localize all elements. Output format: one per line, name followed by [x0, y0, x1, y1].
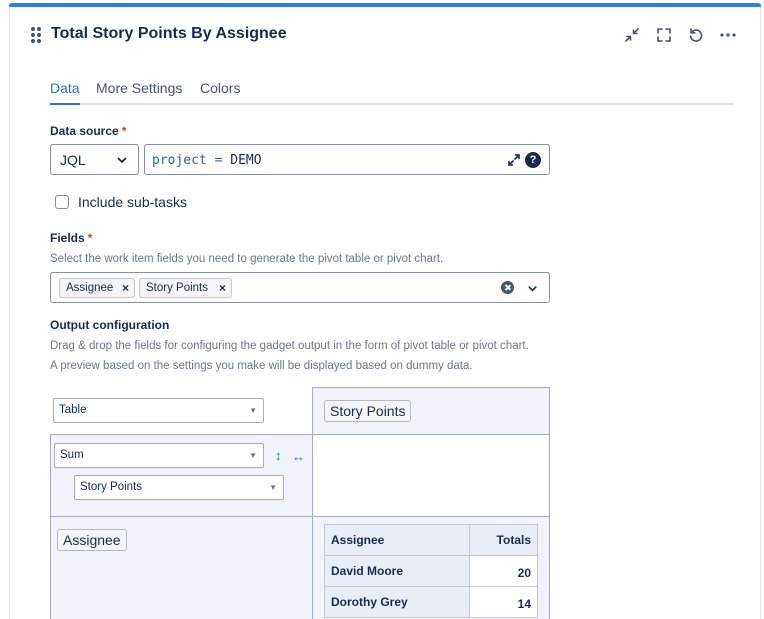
- required-mark: *: [121, 124, 127, 138]
- table-row: Dorothy Grey 14: [324, 586, 538, 618]
- field-chip-story-points: Story Points ×: [139, 278, 232, 298]
- select-arrow-icon: ▼: [249, 406, 257, 415]
- preview-table: Assignee Totals David Moore 20 Dorothy G…: [324, 524, 538, 618]
- preview-header-assignee: Assignee: [324, 524, 470, 556]
- more-actions-button[interactable]: [716, 24, 740, 46]
- preview-row-total: 14: [469, 586, 538, 618]
- include-subtasks-label[interactable]: Include sub-tasks: [78, 194, 187, 210]
- chevron-down-icon[interactable]: [527, 283, 538, 294]
- include-subtasks-checkbox[interactable]: [55, 195, 69, 209]
- fields-helper-text: Select the work item fields you need to …: [50, 253, 444, 265]
- preview-header-row: Assignee Totals: [324, 524, 538, 556]
- fields-multiselect[interactable]: Assignee × Story Points ×: [50, 272, 550, 303]
- preview-row-total: 20: [469, 555, 538, 587]
- minimize-button[interactable]: [620, 24, 644, 46]
- aggregation-field-value: Story Points: [80, 481, 142, 493]
- active-tab-indicator: [50, 103, 80, 105]
- refresh-icon: [689, 28, 703, 42]
- data-source-label-text: Data source: [50, 124, 119, 138]
- aggregation-field-select[interactable]: Story Points ▼: [74, 475, 284, 500]
- jql-field-token: project: [152, 153, 207, 168]
- output-helper-1: Drag & drop the fields for configuring t…: [50, 340, 529, 352]
- swap-horizontal-icon[interactable]: ↔: [292, 449, 305, 464]
- jql-query-input[interactable]: project = DEMO ?: [144, 144, 550, 175]
- view-type-select[interactable]: Table ▼: [53, 398, 264, 423]
- tab-more-settings[interactable]: More Settings: [96, 80, 182, 96]
- drag-handle-icon[interactable]: [31, 27, 41, 43]
- remove-chip-icon[interactable]: ×: [219, 281, 226, 295]
- select-arrow-icon: ▼: [269, 483, 277, 492]
- tab-colors[interactable]: Colors: [200, 80, 240, 96]
- select-arrow-icon: ▼: [249, 451, 257, 460]
- data-source-type-select[interactable]: JQL: [50, 144, 139, 175]
- expand-editor-icon[interactable]: [507, 153, 521, 167]
- settings-tabs: Data More Settings Colors: [50, 79, 734, 105]
- field-chip-assignee: Assignee ×: [59, 278, 135, 298]
- swap-vertical-icon[interactable]: ↕: [275, 448, 282, 463]
- output-config-label: Output configuration: [50, 318, 170, 332]
- chevron-down-icon: [117, 157, 127, 164]
- tab-data[interactable]: Data: [50, 80, 80, 96]
- preview-header-totals: Totals: [469, 524, 538, 556]
- view-type-value: Table: [59, 404, 87, 416]
- output-helper-2: A preview based on the settings you make…: [50, 360, 473, 372]
- fields-label: Fields *: [50, 231, 92, 245]
- fullscreen-button[interactable]: [652, 24, 676, 46]
- data-source-type-value: JQL: [60, 152, 86, 168]
- row-field-pill[interactable]: Assignee: [57, 529, 127, 551]
- required-mark: *: [87, 231, 93, 245]
- field-chip-label: Story Points: [146, 282, 208, 294]
- minimize-icon: [625, 28, 639, 42]
- field-chip-label: Assignee: [66, 282, 114, 294]
- jql-help-icon[interactable]: ?: [525, 152, 541, 168]
- clear-all-icon[interactable]: [501, 281, 514, 294]
- jql-operator-token: =: [214, 153, 223, 168]
- aggregation-value: Sum: [60, 449, 84, 461]
- jql-value-token: DEMO: [230, 153, 262, 168]
- column-field-pill[interactable]: Story Points: [324, 400, 412, 422]
- data-source-label: Data source *: [50, 124, 126, 138]
- table-row: David Moore 20: [324, 555, 538, 587]
- jql-query-text: project = DEMO: [152, 153, 262, 168]
- refresh-button[interactable]: [684, 24, 708, 46]
- fullscreen-icon: [657, 28, 671, 42]
- fields-label-text: Fields: [50, 231, 85, 245]
- preview-row-name: Dorothy Grey: [324, 586, 470, 618]
- pivot-empty-cell: [312, 434, 550, 517]
- gadget-accent-bar: [9, 3, 761, 7]
- preview-row-name: David Moore: [324, 555, 470, 587]
- remove-chip-icon[interactable]: ×: [122, 281, 129, 295]
- aggregation-select[interactable]: Sum ▼: [54, 443, 264, 468]
- gadget-title: Total Story Points By Assignee: [51, 25, 287, 42]
- more-icon: [720, 33, 736, 37]
